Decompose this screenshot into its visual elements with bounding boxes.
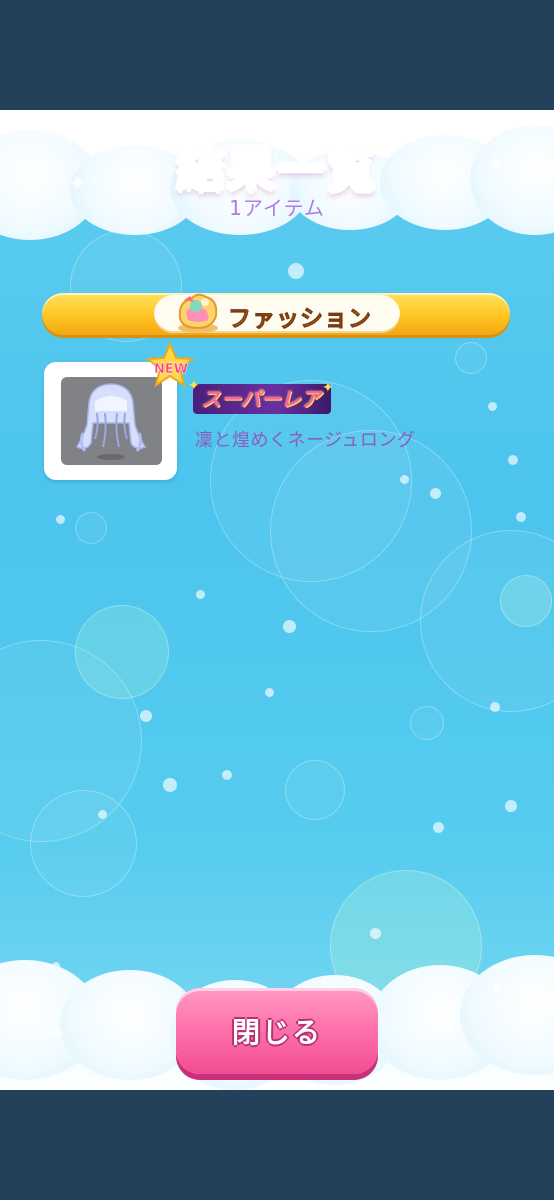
item-name: 凜と煌めくネージュロング xyxy=(195,430,416,451)
sparkle-icon: ✦ xyxy=(445,1021,456,1035)
bg-dot xyxy=(430,488,441,499)
bg-dot xyxy=(400,475,409,484)
bg-bubble xyxy=(455,342,487,374)
bg-dot xyxy=(222,770,232,780)
bg-dot xyxy=(505,800,517,812)
sparkle-icon: ✦ xyxy=(188,378,200,394)
bg-dot xyxy=(516,512,526,522)
sparkle-icon: ✦ xyxy=(518,1014,529,1028)
sparkle-icon: ✦ xyxy=(490,981,502,997)
bg-dot xyxy=(98,810,107,819)
bg-dot xyxy=(56,515,65,524)
bg-dot xyxy=(370,928,381,939)
bg-bubble xyxy=(75,512,107,544)
sparkle-icon: ✦ xyxy=(50,1023,66,1044)
bg-bubble xyxy=(75,605,169,699)
bg-dot xyxy=(196,590,205,599)
close-button[interactable]: 閉じる xyxy=(176,988,378,1074)
bg-dot xyxy=(488,402,497,411)
bg-bubble xyxy=(500,575,552,627)
bg-dot xyxy=(163,778,177,792)
category-label: ファッション xyxy=(228,306,372,333)
sparkle-icon: ✦ xyxy=(322,380,334,396)
bg-dot xyxy=(508,455,518,465)
bg-bubble xyxy=(410,706,444,740)
page-title: 結果一覧 xyxy=(176,142,377,199)
bg-dot xyxy=(140,710,152,722)
long-hair-icon xyxy=(75,383,147,460)
bg-bubble xyxy=(30,790,137,897)
rarity-label: スーパーレア xyxy=(193,384,331,414)
bg-dot xyxy=(490,702,500,712)
bg-dot xyxy=(283,620,296,633)
clothes-bundle-icon xyxy=(178,293,218,333)
bg-dot xyxy=(433,822,444,833)
bg-bubble xyxy=(285,760,345,820)
bg-dot xyxy=(265,688,274,697)
new-badge: NEW xyxy=(153,362,189,377)
result-screen: ✦ ✦ ✦ ✦ ✦ ✦ ✦ 結果一覧 1アイテム ファッション NEW スーパー… xyxy=(0,110,554,1090)
item-thumbnail[interactable] xyxy=(61,377,162,465)
item-count: 1アイテム xyxy=(229,196,325,220)
bg-dot xyxy=(288,263,304,279)
